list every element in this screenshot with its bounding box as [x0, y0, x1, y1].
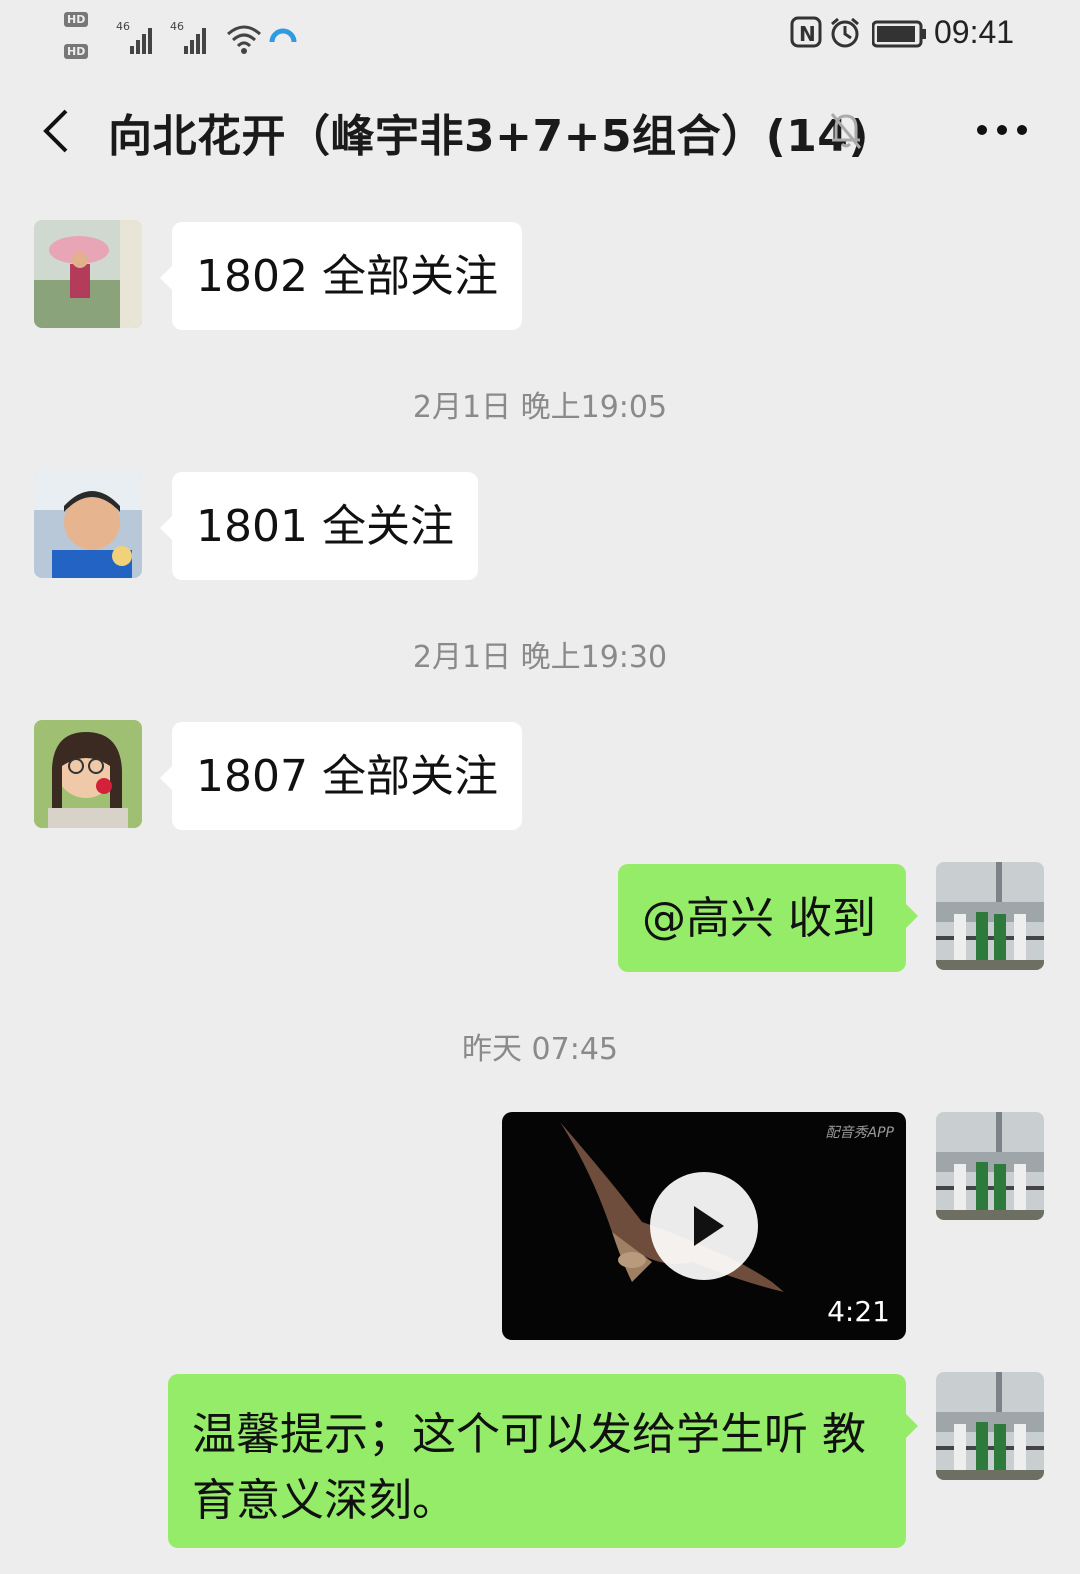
play-icon — [694, 1206, 724, 1246]
message-bubble-4[interactable]: @高兴 收到 — [618, 864, 918, 972]
battery-icon — [871, 20, 928, 52]
message-bubble-2[interactable]: 1801 全关注 — [160, 472, 478, 580]
message-text: @高兴 收到 — [642, 893, 876, 944]
wifi-icon — [227, 25, 261, 54]
message-bubble-6[interactable]: 温馨提示；这个可以发给学生听 教育意义深刻。 — [168, 1374, 918, 1548]
svg-text:46: 46 — [116, 20, 130, 33]
back-button[interactable] — [36, 107, 80, 155]
message-text: 1802 全部关注 — [196, 251, 498, 302]
more-menu-button[interactable] — [974, 120, 1030, 140]
alarm-icon — [828, 16, 862, 54]
avatar-image — [34, 720, 142, 828]
clock-time: 09:41 — [934, 14, 1015, 50]
message-bubble-3[interactable]: 1807 全部关注 — [160, 722, 522, 830]
video-message[interactable]: 配音秀APP 4:21 — [502, 1112, 906, 1340]
timestamp-2: 2月1日 晚上19:30 — [412, 640, 668, 675]
avatar-image — [34, 470, 142, 578]
avatar-self[interactable] — [936, 1372, 1044, 1480]
video-watermark: 配音秀APP — [825, 1125, 894, 1141]
timestamp-3: 昨天 07:45 — [462, 1032, 618, 1067]
svg-text:N: N — [799, 22, 816, 46]
app-notify-icon — [269, 28, 297, 43]
avatar-image — [936, 862, 1044, 970]
avatar-sender-2[interactable] — [34, 470, 142, 578]
timestamp-1: 2月1日 晚上19:05 — [412, 390, 668, 425]
more-dots-icon — [977, 125, 1027, 135]
hd-badge-1: HD — [64, 12, 89, 27]
back-arrow-icon — [43, 109, 68, 153]
avatar-image — [34, 220, 142, 328]
video-duration: 4:21 — [827, 1295, 890, 1328]
avatar-image — [936, 1372, 1044, 1480]
nfc-icon: N — [790, 16, 824, 54]
message-text: 温馨提示；这个可以发给学生听 教育意义深刻。 — [192, 1409, 866, 1526]
svg-text:46: 46 — [170, 20, 184, 33]
avatar-sender-3[interactable] — [34, 720, 142, 828]
play-button[interactable] — [650, 1172, 758, 1280]
signal-icon: 46 46 — [116, 20, 206, 54]
message-text: 1801 全关注 — [196, 501, 454, 552]
avatar-self[interactable] — [936, 862, 1044, 970]
message-text: 1807 全部关注 — [196, 751, 498, 802]
message-bubble-1[interactable]: 1802 全部关注 — [160, 222, 522, 330]
status-bar: HD HD 46 46 N 09:41 — [0, 0, 1080, 70]
avatar-image — [936, 1112, 1044, 1220]
avatar-sender-1[interactable] — [34, 220, 142, 328]
mute-bell-icon — [828, 110, 864, 150]
chat-title: 向北花开（峰宇非3+7+5组合）(14) — [108, 111, 870, 162]
hd-badge-2: HD — [64, 44, 89, 59]
avatar-self[interactable] — [936, 1112, 1044, 1220]
